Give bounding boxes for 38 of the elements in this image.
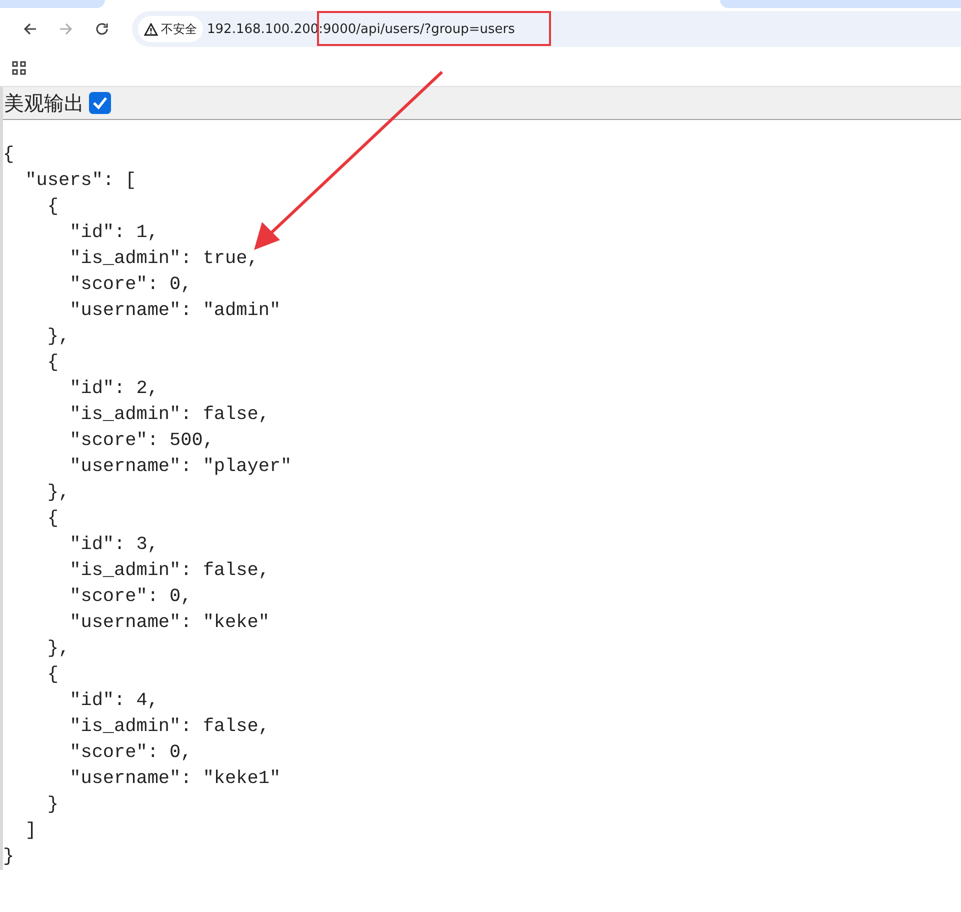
check-icon xyxy=(92,96,108,110)
code-line: }, xyxy=(46,481,70,505)
code-line: { xyxy=(46,663,59,687)
pretty-print-label: 美观输出 xyxy=(4,90,84,116)
pretty-print-checkbox[interactable] xyxy=(89,92,111,114)
code-line: { xyxy=(3,143,14,167)
code-line: "score": 0, xyxy=(68,273,192,297)
apps-button[interactable] xyxy=(12,61,26,75)
code-line: "id": 3, xyxy=(68,533,158,557)
code-line: "username": "admin" xyxy=(68,299,281,323)
warning-icon xyxy=(144,22,158,36)
code-line: "users": [ xyxy=(24,169,136,193)
code-line: { xyxy=(46,351,59,375)
back-arrow-icon xyxy=(22,21,38,37)
reload-icon xyxy=(94,21,110,37)
code-line: "username": "keke" xyxy=(68,611,270,635)
forward-arrow-icon xyxy=(58,21,74,37)
code-line: "score": 0, xyxy=(68,585,192,609)
code-line: }, xyxy=(46,325,70,349)
apps-grid-icon xyxy=(12,61,26,75)
code-line: "username": "player" xyxy=(68,455,292,479)
code-line: "is_admin": false, xyxy=(68,715,270,739)
security-chip[interactable]: 不安全 xyxy=(138,16,203,42)
code-line: "score": 0, xyxy=(68,741,192,765)
code-line: "id": 1, xyxy=(68,221,158,245)
code-line: { xyxy=(46,507,59,531)
code-line: "id": 4, xyxy=(68,689,158,713)
code-line: "id": 2, xyxy=(68,377,158,401)
code-line: { xyxy=(46,195,59,219)
code-line: "is_admin": false, xyxy=(68,559,270,583)
code-line: "username": "keke1" xyxy=(68,767,281,791)
code-line: "is_admin": true, xyxy=(68,247,258,271)
code-line: } xyxy=(3,845,14,869)
code-line: } xyxy=(46,793,59,817)
code-line: "is_admin": false, xyxy=(68,403,270,427)
code-line: ] xyxy=(24,819,36,843)
code-line: }, xyxy=(46,637,70,661)
code-line: "score": 500, xyxy=(68,429,214,453)
